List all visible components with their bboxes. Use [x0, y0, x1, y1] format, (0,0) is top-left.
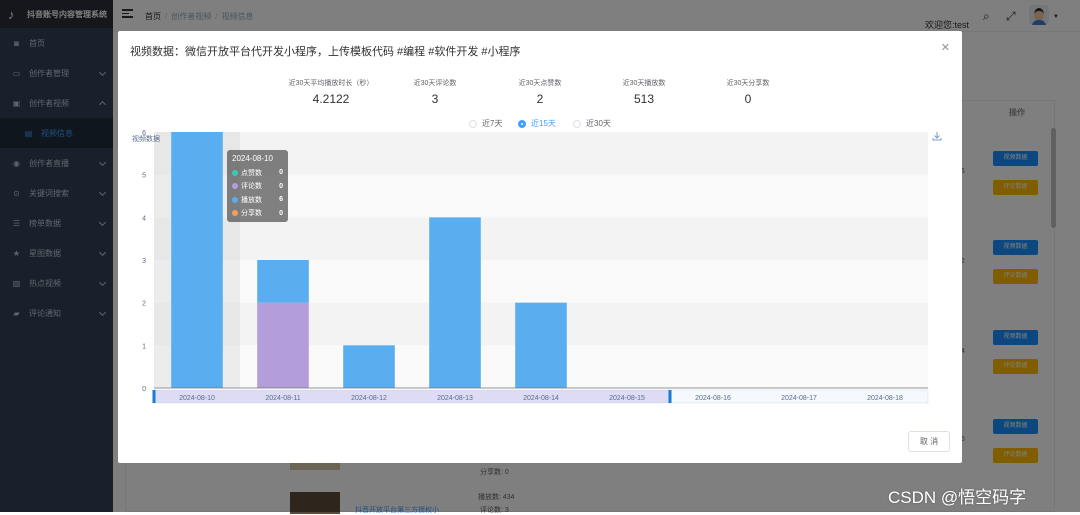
y-tick-label: 3 — [142, 258, 146, 265]
tooltip-row: 分享数 0 — [232, 207, 283, 221]
legend-dot — [232, 196, 238, 203]
stat-avg-play-duration: 近30天平均播放时长（秒） 4.2122 — [276, 78, 386, 106]
tooltip-row: 播放数 6 — [232, 193, 283, 207]
dialog-title: 视频数据：微信开放平台代开发小程序，上传模板代码 #编程 #软件开发 #小程序 — [130, 46, 521, 58]
legend-dot — [232, 210, 238, 217]
stat-comment-count: 近30天评论数 3 — [380, 78, 490, 106]
stat-value: 2 — [536, 92, 544, 106]
y-axis-label: 视频数据 — [132, 134, 160, 143]
grid-band — [154, 217, 928, 260]
y-tick-label: 1 — [142, 343, 146, 350]
x-tick-label: 2024-08-12 — [351, 395, 387, 402]
x-tick-label: 2024-08-16 — [695, 395, 731, 402]
bar-评论数 — [257, 302, 309, 388]
stat-label: 近30天平均播放时长（秒） — [288, 80, 374, 87]
x-tick-label: 2024-08-18 — [867, 395, 903, 402]
tooltip-row: 点赞数 0 — [232, 166, 283, 180]
stat-play-count: 近30天播放数 513 — [589, 78, 699, 106]
y-tick-label: 0 — [142, 386, 146, 393]
y-tick-label: 5 — [142, 173, 146, 180]
bar-播放数 — [257, 260, 309, 303]
close-icon[interactable]: ✕ — [941, 41, 950, 54]
x-tick-label: 2024-08-11 — [265, 395, 300, 402]
datazoom-handle-left — [152, 390, 156, 403]
bar-播放数 — [515, 302, 567, 388]
video-data-dialog: 视频数据：微信开放平台代开发小程序，上传模板代码 #编程 #软件开发 #小程序 … — [118, 31, 962, 463]
x-tick-label: 2024-08-15 — [609, 395, 645, 402]
stat-label: 近30天评论数 — [413, 80, 457, 87]
cancel-button[interactable]: 取 消 — [908, 431, 950, 452]
chart-tooltip: 2024-08-10 点赞数 0 评论数 0 播放数 6 分享数 0 — [227, 150, 288, 222]
stat-like-count: 近30天点赞数 2 — [485, 78, 595, 106]
stat-label: 近30天点赞数 — [518, 80, 562, 87]
bar-播放数 — [429, 217, 481, 388]
stat-share-count: 近30天分享数 0 — [693, 78, 803, 106]
datazoom-handle-right — [668, 390, 672, 403]
stat-label: 近30天分享数 — [726, 80, 770, 87]
watermark: CSDN @悟空码字 — [888, 488, 1027, 507]
bar-播放数 — [171, 132, 223, 388]
bar-播放数 — [343, 345, 395, 388]
stat-value: 3 — [431, 92, 439, 106]
y-tick-label: 2 — [142, 301, 146, 308]
tooltip-row: 评论数 0 — [232, 180, 283, 194]
x-tick-label: 2024-08-14 — [523, 395, 559, 402]
tooltip-title: 2024-08-10 — [232, 154, 273, 163]
x-tick-label: 2024-08-13 — [437, 395, 473, 402]
stat-value: 0 — [744, 92, 752, 106]
y-tick-label: 4 — [142, 215, 146, 222]
x-tick-label: 2024-08-17 — [781, 395, 817, 402]
stat-value: 4.2122 — [312, 92, 350, 106]
stat-label: 近30天播放数 — [622, 80, 666, 87]
legend-dot — [232, 183, 238, 190]
datazoom-selection — [154, 390, 670, 403]
x-tick-label: 2024-08-10 — [179, 395, 215, 402]
legend-dot — [232, 169, 238, 176]
stat-value: 513 — [633, 92, 655, 106]
